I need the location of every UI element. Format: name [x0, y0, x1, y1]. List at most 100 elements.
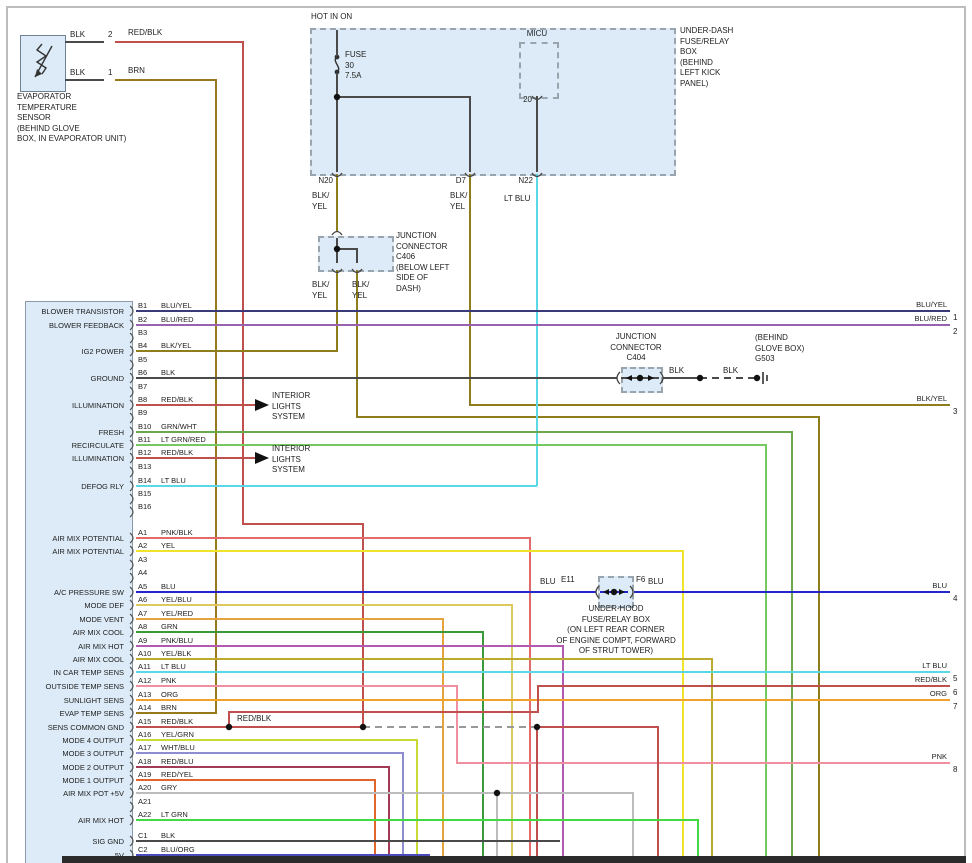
row-label-a2: AIR MIX POTENTIAL — [30, 547, 124, 556]
junction-dot — [334, 246, 340, 252]
row-label-a15: SENS COMMON GND — [30, 723, 124, 732]
pin-id-a19: A19 — [138, 770, 151, 779]
pin-id-b4: B4 — [138, 341, 147, 350]
evaporator-sensor-caption: EVAPORATOR TEMPERATURE SENSOR (BEHIND GL… — [17, 92, 126, 145]
underdash-box-caption: UNDER-DASH FUSE/RELAY BOX (BEHIND LEFT K… — [680, 26, 733, 89]
pin-wire-label-a1: PNK/BLK — [161, 528, 193, 537]
pin-n22-label: N22 — [504, 176, 533, 187]
pin-wire-label-a22: LT GRN — [161, 810, 188, 819]
exit-number-4: 4 — [953, 594, 957, 603]
arrow-icon — [626, 375, 632, 381]
pin-bracket-icon — [130, 413, 133, 423]
exit-wire-label-4: BLU — [870, 581, 947, 590]
sensor-pin-1: 1 — [108, 68, 112, 79]
row-label-b10: FRESH — [30, 428, 124, 437]
pin-bracket-icon — [130, 614, 133, 624]
pin-id-c2: C2 — [138, 845, 148, 854]
micu-pin-label: 20 — [518, 95, 532, 106]
pin-wire-label-c1: BLK — [161, 831, 175, 840]
pin-wire-label-a18: RED/BLU — [161, 757, 194, 766]
row-label-a13: SUNLIGHT SENS — [30, 696, 124, 705]
exit-wire-label-2: BLU/RED — [870, 314, 947, 323]
underhood-box-caption: UNDER-HOOD FUSE/RELAY BOX (ON LEFT REAR … — [496, 604, 736, 657]
pin-id-b9: B9 — [138, 408, 147, 417]
pin-id-a7: A7 — [138, 609, 147, 618]
d7-wire-label: BLK/ YEL — [450, 191, 467, 212]
pin-bracket-icon — [130, 387, 133, 397]
pin-id-b2: B2 — [138, 315, 147, 324]
pin-id-a6: A6 — [138, 595, 147, 604]
row-label-b6: GROUND — [30, 374, 124, 383]
pin-wire-label-b4: BLK/YEL — [161, 341, 191, 350]
pin-bracket-icon — [130, 320, 133, 330]
terminal-bracket-icon — [630, 586, 633, 598]
pin-bracket-icon — [130, 695, 133, 705]
row-label-a7: MODE VENT — [30, 615, 124, 624]
pin-id-b7: B7 — [138, 382, 147, 391]
pin-wire-label-b10: GRN/WHT — [161, 422, 197, 431]
pin-wire-label-c2: BLU/ORG — [161, 845, 195, 854]
wire-pnk — [136, 686, 950, 763]
pin-id-b3: B3 — [138, 328, 147, 337]
pin-wire-label-a19: RED/YEL — [161, 770, 193, 779]
bottom-crop-bar — [62, 856, 966, 863]
pin-wire-label-a14: BRN — [161, 703, 177, 712]
sensor-wire-brn-label: BRN — [128, 66, 145, 77]
exit-number-1: 1 — [953, 313, 957, 322]
pin-id-a15: A15 — [138, 717, 151, 726]
wire-blk — [337, 249, 357, 263]
row-label-b8: ILLUMINATION — [30, 401, 124, 410]
pin-wire-label-a2: YEL — [161, 541, 175, 550]
pin-id-b8: B8 — [138, 395, 147, 404]
pin-id-a10: A10 — [138, 649, 151, 658]
pin-bracket-icon — [130, 815, 133, 825]
pin-bracket-icon — [130, 587, 133, 597]
row-label-b11: RECIRCULATE — [30, 441, 124, 450]
wire-red_blk — [229, 686, 950, 727]
row-label-a1: AIR MIX POTENTIAL — [30, 534, 124, 543]
row-label-a16: MODE 4 OUTPUT — [30, 736, 124, 745]
fuse-icon — [335, 55, 340, 75]
exit-number-6: 6 — [953, 688, 957, 697]
junction-dot — [534, 724, 540, 730]
pin-e11-label: E11 — [561, 575, 575, 586]
n20-wire-label: BLK/ YEL — [312, 191, 329, 212]
row-label-a19: MODE 1 OUTPUT — [30, 776, 124, 785]
pin-id-b14: B14 — [138, 476, 151, 485]
wiring-diagram: HOT IN ON FUSE 30 7.5A MICU 20 N20 D7 N2… — [0, 0, 972, 863]
wire-yel_blk — [136, 659, 712, 857]
pin-bracket-icon — [130, 306, 133, 316]
junction-dot — [360, 724, 366, 730]
c404-blk-label-1: BLK — [669, 366, 684, 377]
sensor-wire-redblk-label: RED/BLK — [128, 28, 162, 39]
pin-wire-label-b2: BLU/RED — [161, 315, 194, 324]
pin-id-a17: A17 — [138, 743, 151, 752]
pin-id-b6: B6 — [138, 368, 147, 377]
pin-wire-label-b14: LT BLU — [161, 476, 186, 485]
terminal-bracket-icon — [660, 372, 663, 384]
row-label-b12: ILLUMINATION — [30, 454, 124, 463]
pin-bracket-icon — [130, 333, 133, 343]
row-label-a18: MODE 2 OUTPUT — [30, 763, 124, 772]
pin-wire-label-a10: YEL/BLK — [161, 649, 191, 658]
row-label-a20: AIR MIX POT +5V — [30, 789, 124, 798]
pin-bracket-icon — [130, 708, 133, 718]
junction-dot — [334, 94, 340, 100]
pin-bracket-icon — [130, 836, 133, 846]
pin-wire-label-a13: ORG — [161, 690, 178, 699]
exit-wire-label-6: RED/BLK — [870, 675, 947, 684]
pin-id-b12: B12 — [138, 448, 151, 457]
pin-wire-label-a6: YEL/BLU — [161, 595, 192, 604]
wire-pnk_blu — [136, 646, 563, 857]
pin-f6-label: F6 — [636, 575, 645, 586]
row-label-c1: SIG GND — [30, 837, 124, 846]
junction-dot — [637, 375, 643, 381]
thermistor-icon — [35, 44, 52, 77]
pin-wire-label-b8: RED/BLK — [161, 395, 193, 404]
pin-id-a5: A5 — [138, 582, 147, 591]
pin-bracket-icon — [130, 533, 133, 543]
arrow-icon — [619, 589, 625, 595]
pin-wire-label-a9: PNK/BLU — [161, 636, 193, 645]
micu-label: MICU — [519, 29, 555, 40]
pin-bracket-icon — [130, 507, 133, 517]
